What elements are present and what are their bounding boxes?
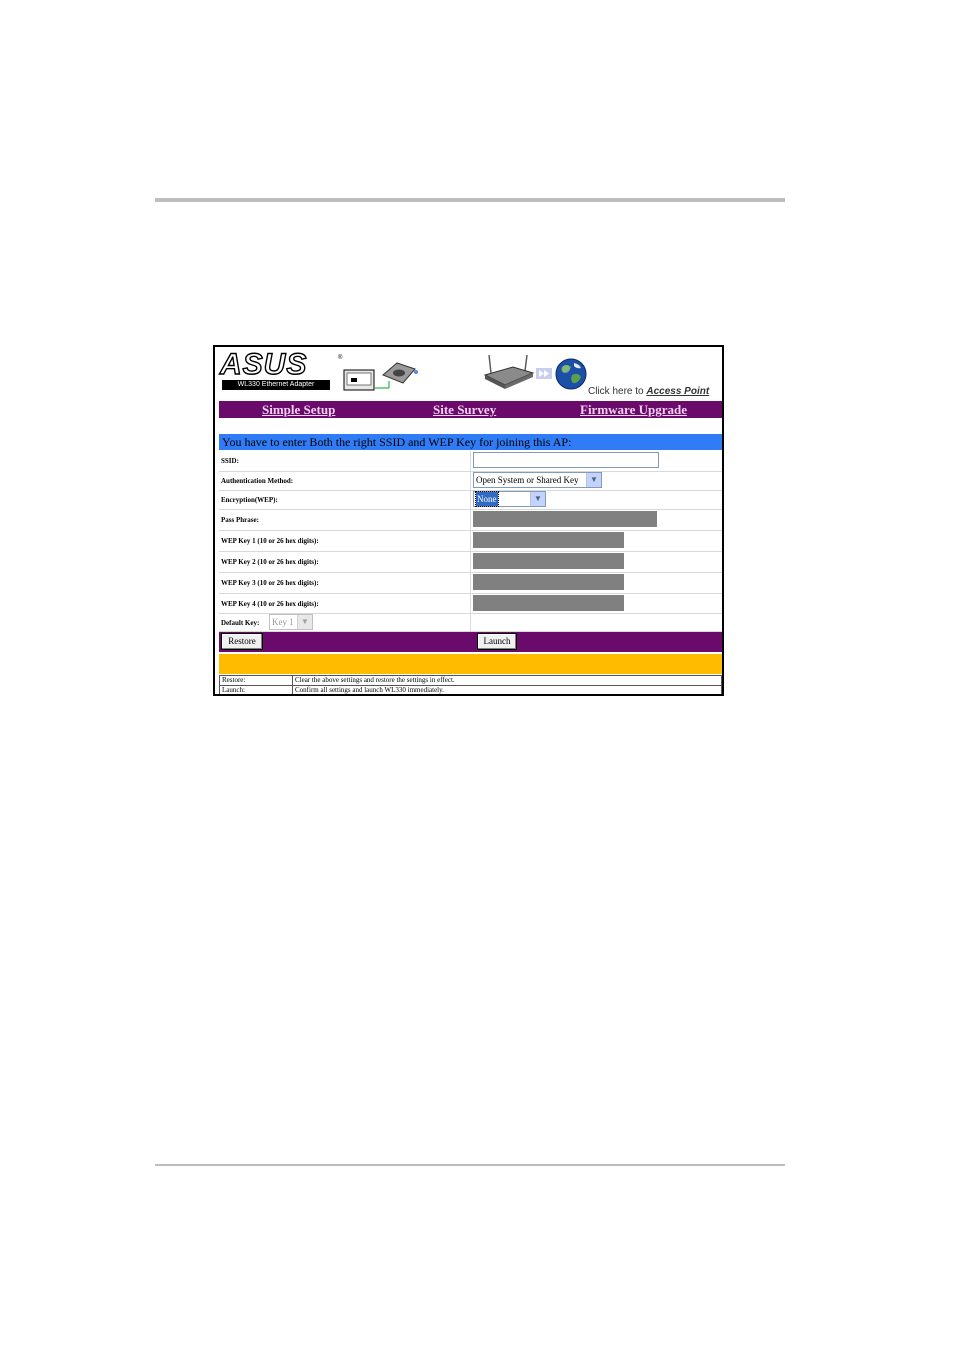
launch-button[interactable]: Launch <box>477 633 517 650</box>
wep-key-1-input[interactable] <box>473 532 624 548</box>
globe-icon[interactable] <box>554 357 588 391</box>
wep-key-1-label: WEP Key 1 (10 or 26 hex digits): <box>221 537 319 545</box>
wep-key-2-label: WEP Key 2 (10 or 26 hex digits): <box>221 558 319 566</box>
ssid-label: SSID: <box>221 457 239 465</box>
join-ap-notice: You have to enter Both the right SSID an… <box>219 434 722 450</box>
wep-key-3-input[interactable] <box>473 574 624 590</box>
header-banner: ASUS ® WL330 Ethernet Adapter Click here… <box>215 347 722 400</box>
help-key-launch: Launch: <box>219 685 293 694</box>
action-bar: Restore Launch <box>219 632 722 652</box>
passphrase-row: Pass Phrase: <box>219 510 722 531</box>
ssid-input[interactable] <box>473 452 659 468</box>
chevron-down-icon[interactable]: ▼ <box>586 473 601 487</box>
encryption-row: Encryption(WEP): None ▼ <box>219 491 722 510</box>
logo-subtitle: WL330 Ethernet Adapter <box>222 380 330 390</box>
access-point-link-area: Click here to Access Point <box>588 386 709 397</box>
ssid-row: SSID: <box>219 451 722 472</box>
default-key-select[interactable]: Key 1 ▼ <box>269 614 313 630</box>
access-prefix: Click here to <box>588 386 644 397</box>
logo-wordmark: ASUS <box>219 348 308 381</box>
asus-logo: ASUS ® WL330 Ethernet Adapter <box>219 348 342 392</box>
wep-key-4-input[interactable] <box>473 595 624 611</box>
default-key-label: Default Key: <box>221 619 260 627</box>
nav-site-survey[interactable]: Site Survey <box>433 401 496 418</box>
router-icon <box>483 354 535 389</box>
restore-button[interactable]: Restore <box>221 633 263 650</box>
passphrase-label: Pass Phrase: <box>221 516 259 524</box>
wl330-config-screenshot: ASUS ® WL330 Ethernet Adapter Click here… <box>213 345 724 696</box>
wep-key-1-row: WEP Key 1 (10 or 26 hex digits): <box>219 531 722 552</box>
registered-mark: ® <box>338 355 343 361</box>
arrow-right-icon <box>536 368 552 379</box>
laptop-adapter-icon <box>343 362 418 391</box>
help-table: Restore: Clear the above settings and re… <box>219 675 722 694</box>
wep-key-4-label: WEP Key 4 (10 or 26 hex digits): <box>221 600 319 608</box>
default-key-value: Key 1 <box>272 617 294 627</box>
wep-key-2-input[interactable] <box>473 553 624 569</box>
status-bar <box>219 654 722 674</box>
wep-key-3-label: WEP Key 3 (10 or 26 hex digits): <box>221 579 319 587</box>
access-point-link[interactable]: Access Point <box>646 386 709 397</box>
help-key-restore: Restore: <box>219 675 293 686</box>
nav-simple-setup[interactable]: Simple Setup <box>262 401 335 418</box>
nav-bar: Simple Setup Site Survey Firmware Upgrad… <box>219 401 722 418</box>
chevron-down-icon[interactable]: ▼ <box>530 492 545 506</box>
chevron-down-icon[interactable]: ▼ <box>297 615 312 629</box>
wep-key-2-row: WEP Key 2 (10 or 26 hex digits): <box>219 552 722 573</box>
page-bottom-rule <box>155 1164 785 1166</box>
table-row: Restore: Clear the above settings and re… <box>219 675 722 686</box>
table-row: Launch: Confirm all settings and launch … <box>219 685 722 694</box>
page-top-rule <box>155 198 785 202</box>
wep-key-4-row: WEP Key 4 (10 or 26 hex digits): <box>219 594 722 614</box>
auth-method-select[interactable]: Open System or Shared Key ▼ <box>473 472 602 488</box>
auth-method-label: Authentication Method: <box>221 477 294 485</box>
help-desc-restore: Clear the above settings and restore the… <box>292 675 722 686</box>
wep-key-3-row: WEP Key 3 (10 or 26 hex digits): <box>219 573 722 594</box>
auth-method-row: Authentication Method: Open System or Sh… <box>219 472 722 491</box>
help-desc-launch: Confirm all settings and launch WL330 im… <box>292 685 722 694</box>
encryption-select[interactable]: None ▼ <box>473 491 546 507</box>
passphrase-input[interactable] <box>473 511 657 527</box>
default-key-row: Default Key: Key 1 ▼ <box>219 614 722 632</box>
encryption-label: Encryption(WEP): <box>221 496 278 504</box>
encryption-value: None <box>475 491 499 507</box>
auth-method-value: Open System or Shared Key <box>476 475 579 485</box>
nav-firmware-upgrade[interactable]: Firmware Upgrade <box>580 401 687 418</box>
